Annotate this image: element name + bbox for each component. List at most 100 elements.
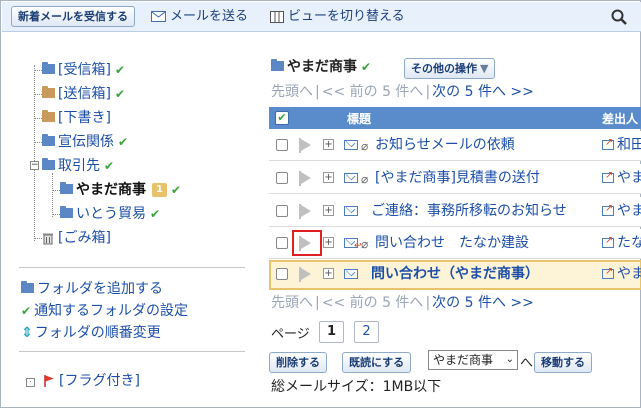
row-checkbox[interactable] — [276, 139, 288, 151]
mail-subject-link[interactable]: ご連絡：事務所移転のお知らせ — [371, 201, 567, 221]
mail-row[interactable]: + ご連絡：事務所移転のお知らせ やま — [269, 197, 641, 227]
envelope-icon — [344, 140, 358, 150]
pager-first: 先頭へ — [271, 84, 313, 100]
notify-folder-label: 通知するフォルダの設定 — [34, 303, 189, 319]
folder-promotions[interactable]: 宣伝関係 ✔ — [42, 131, 128, 153]
sender-name: やま — [617, 203, 641, 219]
sender-icon — [602, 231, 614, 251]
sender-icon — [602, 133, 614, 153]
pager-prev: << 前の 5 件へ — [321, 295, 424, 311]
folder-clients[interactable]: 取引先 ✔ — [42, 155, 114, 177]
delete-button[interactable]: 削除する — [269, 352, 327, 373]
chevron-down-icon: ▼ — [480, 62, 489, 75]
expand-toggle[interactable]: + — [323, 139, 334, 150]
column-sender[interactable]: 差出人 — [602, 110, 638, 127]
mail-subject-link[interactable]: 問い合わせ（やまだ商事） — [371, 264, 539, 284]
move-button[interactable]: 移動する — [534, 352, 592, 373]
divider — [19, 267, 245, 268]
notify-folder-settings-link[interactable]: ✔ 通知するフォルダの設定 — [21, 301, 188, 321]
page-2-button[interactable]: 2 — [354, 321, 379, 343]
pager-top: 先頭へ | << 前の 5 件へ | 次の 5 件へ >> — [271, 82, 534, 102]
mail-sender[interactable]: 和田 — [602, 133, 641, 155]
flag-icon-head — [301, 205, 311, 217]
folder-icon — [42, 62, 55, 74]
expand-toggle[interactable]: + — [323, 237, 334, 248]
mail-sender[interactable]: やま — [602, 166, 641, 188]
divider — [19, 351, 245, 352]
move-folder-value: やまだ商事 — [433, 353, 494, 367]
switch-view-link[interactable]: ビューを切り替える — [270, 7, 405, 27]
folder-trash[interactable]: [ごみ箱] — [42, 227, 111, 249]
mail-subject-link[interactable]: お知らせメールの依頼 — [375, 135, 515, 155]
collapse-toggle[interactable]: − — [30, 161, 39, 170]
folder-order-link[interactable]: ⇕ フォルダの順番変更 — [21, 323, 161, 343]
trash-icon — [43, 233, 53, 244]
pager-bottom: 先頭へ | << 前の 5 件へ | 次の 5 件へ >> — [271, 293, 534, 313]
row-checkbox[interactable] — [276, 268, 288, 280]
folder-label: [下書き] — [58, 110, 111, 126]
receive-mail-button[interactable]: 新着メールを受信する — [11, 6, 135, 27]
page-1-button[interactable]: 1 — [319, 321, 344, 343]
mail-row[interactable]: + ⌀ [やまだ商事]見積書の送付 やま — [269, 164, 641, 194]
pager-next-link[interactable]: 次の 5 件へ >> — [432, 295, 534, 311]
other-operations-button[interactable]: その他の操作 ▼ — [404, 58, 496, 79]
mail-sender[interactable]: やま — [602, 199, 641, 221]
column-subject[interactable]: 標題 — [347, 110, 371, 127]
envelope-icon — [344, 206, 358, 216]
mail-row[interactable]: + ⌀ お知らせメールの依頼 和田 — [269, 131, 641, 161]
folder-sent[interactable]: [送信箱] ✔ — [42, 83, 125, 105]
search-icon[interactable] — [611, 9, 627, 25]
check-icon: ✔ — [170, 183, 182, 197]
folder-yamada[interactable]: やまだ商事 1 ✔ — [60, 179, 181, 201]
tree-line — [34, 118, 42, 119]
expand-toggle[interactable]: + — [323, 268, 334, 279]
folder-label: [ごみ箱] — [58, 230, 111, 246]
folder-drafts[interactable]: [下書き] — [42, 107, 111, 129]
mail-table-header: ✔ 標題 差出人 — [269, 107, 641, 129]
folder-ito[interactable]: いとう貿易 ✔ — [60, 203, 160, 225]
check-icon: ✔ — [118, 135, 129, 149]
mail-row[interactable]: + ↩ ⌀ 問い合わせ たなか建設 たな — [269, 229, 641, 259]
expand-toggle[interactable]: + — [323, 172, 334, 183]
flagged-folder-link[interactable]: [フラグ付き] — [43, 371, 140, 391]
pager-sep: | — [315, 84, 320, 100]
mail-row-selected[interactable]: + 問い合わせ（やまだ商事） やま — [269, 260, 641, 290]
unread-count-badge: 1 — [152, 183, 167, 197]
flag-icon-head — [301, 268, 311, 280]
chevron-down-icon: ⌄ — [505, 354, 514, 365]
pager-prev: << 前の 5 件へ — [321, 84, 424, 100]
row-checkbox[interactable] — [276, 172, 288, 184]
folder-label: いとう貿易 — [76, 206, 146, 222]
row-checkbox[interactable] — [276, 237, 288, 249]
current-folder-title: やまだ商事 ✔ — [271, 56, 371, 78]
tree-line — [52, 173, 53, 217]
select-all-checkbox[interactable]: ✔ — [275, 111, 289, 125]
mail-window: 新着メールを受信する メールを送る ビューを切り替える [受信箱] ✔ [送信箱]… — [0, 0, 641, 408]
red-flag-icon — [44, 375, 54, 387]
mail-subject-link[interactable]: [やまだ商事]見積書の送付 — [375, 168, 540, 188]
flag-icon-head — [301, 139, 311, 151]
send-mail-link[interactable]: メールを送る — [151, 7, 248, 27]
check-icon: ✔ — [114, 87, 125, 101]
folder-icon — [60, 206, 73, 218]
folder-label: [送信箱] — [58, 86, 111, 102]
folder-inbox[interactable]: [受信箱] ✔ — [42, 59, 125, 81]
flag-tree-toggle[interactable]: · — [26, 378, 35, 387]
flagged-label: [フラグ付き] — [59, 373, 140, 389]
move-folder-select[interactable]: やまだ商事 ⌄ — [428, 350, 518, 370]
pager-next-link[interactable]: 次の 5 件へ >> — [432, 84, 534, 100]
highlight-box — [292, 230, 322, 256]
expand-toggle[interactable]: + — [323, 205, 334, 216]
mark-read-button[interactable]: 既読にする — [342, 352, 412, 373]
tree-line — [34, 238, 42, 239]
folder-icon — [42, 86, 55, 98]
envelope-icon — [344, 269, 358, 279]
columns-icon — [270, 10, 284, 23]
mail-sender[interactable]: たな — [602, 231, 641, 253]
tree-line — [52, 190, 60, 191]
add-folder-link[interactable]: フォルダを追加する — [21, 279, 163, 299]
mail-subject-link[interactable]: 問い合わせ たなか建設 — [375, 233, 529, 253]
row-checkbox[interactable] — [276, 205, 288, 217]
mail-sender[interactable]: やま — [602, 262, 641, 284]
folder-icon — [42, 110, 55, 122]
